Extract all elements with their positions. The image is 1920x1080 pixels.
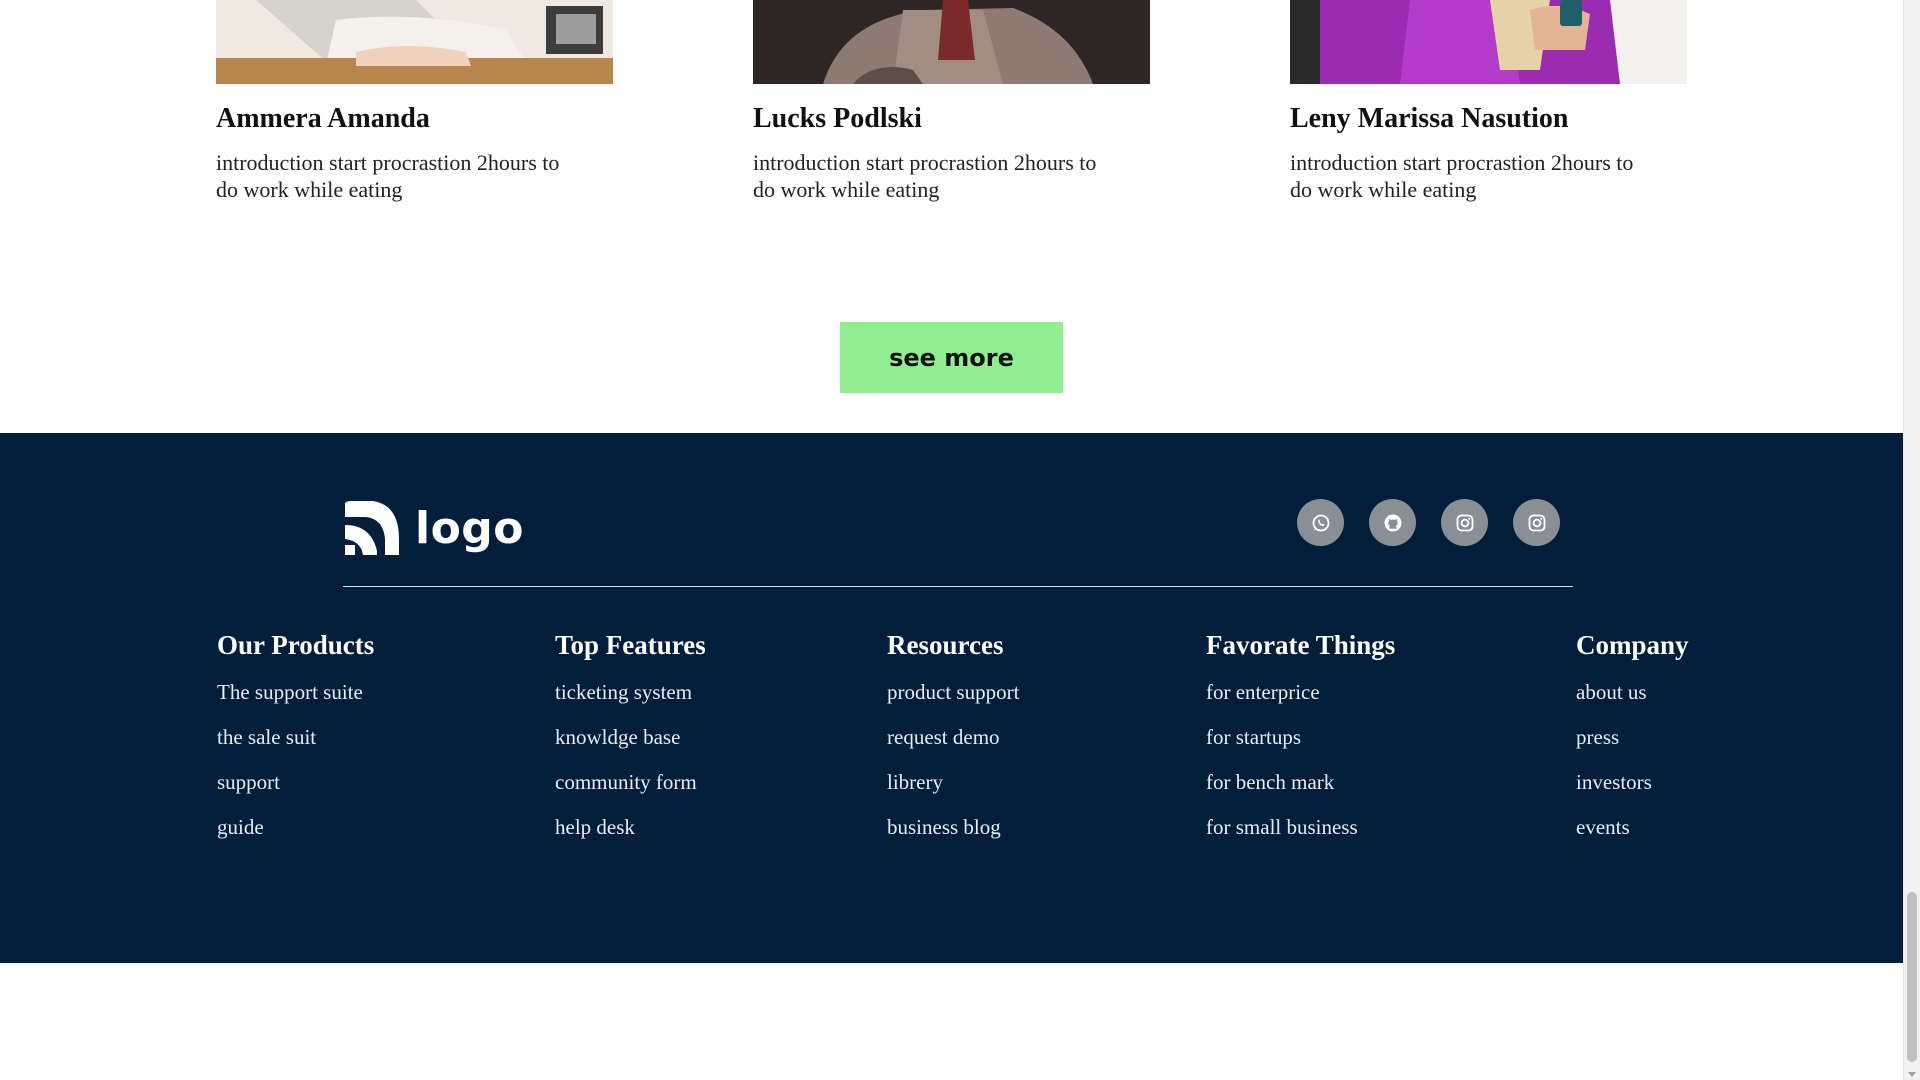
member-description: introduction start procrastion 2hours to… bbox=[753, 149, 1097, 202]
see-more-button[interactable]: see more bbox=[840, 322, 1063, 393]
footer-link[interactable]: support bbox=[217, 769, 374, 796]
footer-link[interactable]: librery bbox=[887, 769, 1019, 796]
instagram-icon bbox=[1528, 514, 1545, 531]
footer-column-title: Resources bbox=[887, 630, 1004, 660]
footer-link[interactable]: ticketing system bbox=[555, 679, 706, 706]
footer-link[interactable]: community form bbox=[555, 769, 706, 796]
page-scrollbar[interactable] bbox=[1903, 0, 1920, 1080]
github-icon bbox=[1384, 514, 1401, 531]
footer-link[interactable]: investors bbox=[1576, 769, 1689, 796]
member-name: Lucks Podlski bbox=[753, 103, 922, 134]
footer-link[interactable]: for startups bbox=[1206, 724, 1395, 751]
footer-link[interactable]: request demo bbox=[887, 724, 1019, 751]
footer-column-company: Company about us press investors events bbox=[1576, 630, 1689, 859]
member-name: Ammera Amanda bbox=[216, 103, 430, 134]
footer-column-title: Our Products bbox=[217, 630, 375, 660]
member-photo bbox=[216, 0, 613, 84]
member-photo bbox=[753, 0, 1150, 84]
footer-link[interactable]: events bbox=[1576, 814, 1689, 841]
social-links bbox=[1297, 499, 1560, 546]
instagram-icon bbox=[1456, 514, 1473, 531]
footer-link[interactable]: knowldge base bbox=[555, 724, 706, 751]
scroll-down-arrow-icon[interactable] bbox=[1908, 1072, 1916, 1077]
footer-column-resources: Resources product support request demo l… bbox=[887, 630, 1019, 859]
whatsapp-button[interactable] bbox=[1297, 499, 1344, 546]
footer-link[interactable]: the sale suit bbox=[217, 724, 374, 751]
team-card: Lucks Podlski introduction start procras… bbox=[753, 0, 1150, 203]
footer-column-title: Favorate Things bbox=[1206, 630, 1396, 660]
footer-column-title: Top Features bbox=[555, 630, 706, 660]
member-name: Leny Marissa Nasution bbox=[1290, 103, 1569, 134]
footer-divider bbox=[343, 586, 1573, 587]
footer-link[interactable]: for enterprice bbox=[1206, 679, 1395, 706]
footer-link[interactable]: about us bbox=[1576, 679, 1689, 706]
logo-text: logo bbox=[415, 502, 525, 554]
footer-link[interactable]: for bench mark bbox=[1206, 769, 1395, 796]
footer-column-title: Company bbox=[1576, 630, 1689, 660]
footer-column-top-features: Top Features ticketing system knowldge b… bbox=[555, 630, 706, 859]
github-button[interactable] bbox=[1369, 499, 1416, 546]
footer-link[interactable]: business blog bbox=[887, 814, 1019, 841]
site-footer: logo Our Products The support suite the … bbox=[0, 433, 1903, 963]
logo-mark-icon bbox=[345, 501, 399, 555]
footer-link[interactable]: help desk bbox=[555, 814, 706, 841]
footer-column-favorate-things: Favorate Things for enterprice for start… bbox=[1206, 630, 1396, 859]
footer-logo[interactable]: logo bbox=[343, 499, 524, 557]
member-photo bbox=[1290, 0, 1687, 84]
scrollbar-thumb[interactable] bbox=[1907, 892, 1917, 1062]
footer-link[interactable]: product support bbox=[887, 679, 1019, 706]
see-more-wrapper: see more bbox=[0, 322, 1903, 393]
footer-link[interactable]: press bbox=[1576, 724, 1689, 751]
member-description: introduction start procrastion 2hours to… bbox=[1290, 149, 1634, 202]
team-card: Ammera Amanda introduction start procras… bbox=[216, 0, 613, 203]
team-cards: Ammera Amanda introduction start procras… bbox=[216, 0, 1688, 210]
team-card: Leny Marissa Nasution introduction start… bbox=[1290, 0, 1687, 203]
member-description: introduction start procrastion 2hours to… bbox=[216, 149, 560, 202]
footer-link[interactable]: for small business bbox=[1206, 814, 1395, 841]
instagram-button[interactable] bbox=[1513, 499, 1560, 546]
footer-column-our-products: Our Products The support suite the sale … bbox=[217, 630, 375, 859]
footer-link[interactable]: The support suite bbox=[217, 679, 374, 706]
instagram-button[interactable] bbox=[1441, 499, 1488, 546]
footer-link[interactable]: guide bbox=[217, 814, 374, 841]
whatsapp-icon bbox=[1312, 514, 1329, 531]
